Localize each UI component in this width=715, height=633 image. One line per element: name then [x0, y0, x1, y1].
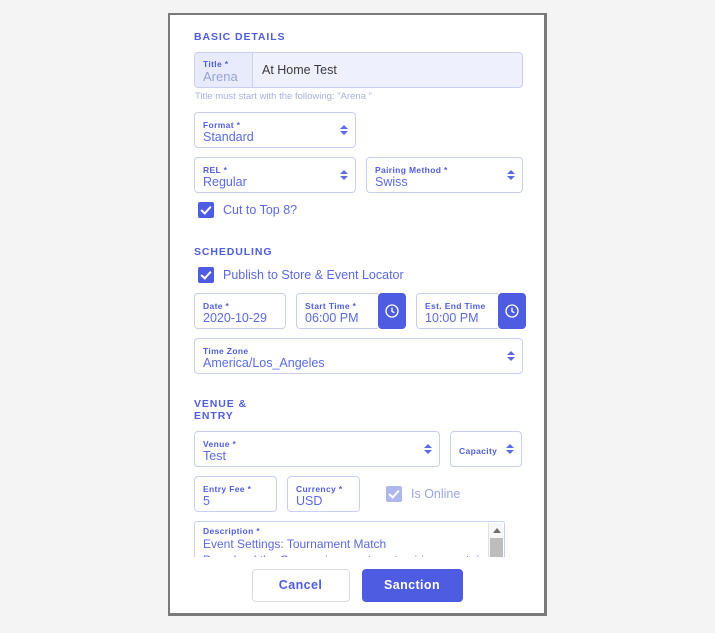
end-time-value: 10:00 PM: [425, 310, 479, 325]
scroll-up-arrow-icon[interactable]: [489, 523, 504, 537]
venue-heading-line2: ENTRY: [194, 410, 234, 422]
sanction-button[interactable]: Sanction: [361, 568, 463, 602]
format-value: Standard: [203, 129, 254, 144]
pairing-method-select[interactable]: Pairing Method * Swiss: [366, 157, 523, 193]
page-root: BASIC DETAILS Title * Arena At Home Test…: [0, 0, 715, 633]
chevron-updown-icon[interactable]: [424, 444, 432, 454]
start-time-value: 06:00 PM: [305, 310, 359, 325]
chevron-updown-icon[interactable]: [340, 170, 348, 180]
cut-to-top-label: Cut to Top 8?: [223, 202, 298, 217]
title-prefix: Title * Arena: [195, 53, 253, 87]
format-select[interactable]: Format * Standard: [194, 112, 356, 148]
start-time-group: Start Time * 06:00 PM: [296, 293, 406, 329]
is-online-checkbox[interactable]: [386, 486, 402, 502]
section-heading-scheduling: SCHEDULING: [194, 246, 273, 258]
entry-fee-input[interactable]: Entry Fee * 5: [194, 476, 277, 512]
chevron-updown-icon[interactable]: [507, 170, 515, 180]
end-time-input[interactable]: Est. End Time 10:00 PM: [416, 293, 498, 329]
time-zone-value: America/Los_Angeles: [203, 355, 325, 370]
start-time-input[interactable]: Start Time * 06:00 PM: [296, 293, 378, 329]
venue-label: Venue *: [203, 438, 237, 449]
date-label: Date *: [203, 300, 230, 311]
cancel-button[interactable]: Cancel: [251, 568, 350, 602]
publish-checkbox[interactable]: [198, 267, 214, 283]
start-time-clock-button[interactable]: [378, 293, 406, 329]
dialog-footer: Cancel Sanction: [170, 557, 544, 613]
date-input[interactable]: Date * 2020-10-29: [194, 293, 286, 329]
rel-value: Regular: [203, 174, 247, 189]
fee-currency-row: Entry Fee * 5 Currency * USD Is Online: [194, 476, 526, 512]
end-time-clock-button[interactable]: [498, 293, 526, 329]
currency-label: Currency *: [296, 483, 343, 494]
start-time-label: Start Time *: [305, 300, 357, 311]
description-label: Description *: [203, 526, 260, 536]
venue-value: Test: [203, 448, 226, 463]
time-zone-select[interactable]: Time Zone America/Los_Angeles: [194, 338, 523, 374]
clock-icon: [384, 303, 400, 319]
currency-input[interactable]: Currency * USD: [287, 476, 360, 512]
is-online-label: Is Online: [411, 486, 461, 501]
format-row: Format * Standard: [194, 112, 526, 148]
venue-capacity-row: Venue * Test Capacity: [194, 431, 526, 467]
publish-checkbox-row[interactable]: Publish to Store & Event Locator: [198, 267, 526, 283]
rel-label: REL *: [203, 164, 228, 175]
is-online-checkbox-row[interactable]: Is Online: [386, 486, 460, 502]
chevron-updown-icon[interactable]: [506, 444, 514, 454]
section-heading-basic-details: BASIC DETAILS: [194, 31, 286, 43]
rel-pairing-row: REL * Regular Pairing Method * Swiss: [194, 157, 526, 193]
sanction-event-dialog: BASIC DETAILS Title * Arena At Home Test…: [168, 13, 547, 616]
title-helper-text: Title must start with the following: "Ar…: [195, 91, 372, 102]
format-label: Format *: [203, 119, 241, 130]
chevron-updown-icon[interactable]: [340, 125, 348, 135]
title-field[interactable]: Title * Arena At Home Test: [194, 52, 523, 88]
capacity-input[interactable]: Capacity: [450, 431, 522, 467]
end-time-label: Est. End Time: [425, 300, 486, 311]
cut-to-top-checkbox-row[interactable]: Cut to Top 8?: [198, 202, 526, 218]
title-label: Title *: [203, 59, 229, 69]
date-time-row: Date * 2020-10-29 Start Time * 06:00 PM: [194, 293, 526, 329]
section-heading-venue-entry: VENUE & ENTRY: [194, 398, 264, 422]
title-input[interactable]: At Home Test: [253, 53, 522, 87]
clock-icon: [504, 303, 520, 319]
description-line: Event Settings: Tournament Match: [203, 537, 387, 551]
publish-label: Publish to Store & Event Locator: [223, 267, 404, 282]
entry-fee-label: Entry Fee *: [203, 483, 252, 494]
date-value: 2020-10-29: [203, 310, 267, 325]
pairing-method-label: Pairing Method *: [375, 164, 448, 175]
venue-heading-line1: VENUE &: [194, 398, 247, 410]
chevron-updown-icon[interactable]: [507, 351, 515, 361]
time-zone-row: Time Zone America/Los_Angeles: [194, 338, 526, 374]
time-zone-label: Time Zone: [203, 345, 249, 356]
end-time-group: Est. End Time 10:00 PM: [416, 293, 526, 329]
capacity-label: Capacity: [459, 446, 498, 456]
dialog-body: BASIC DETAILS Title * Arena At Home Test…: [170, 15, 544, 605]
pairing-method-value: Swiss: [375, 174, 408, 189]
currency-value: USD: [296, 493, 323, 508]
cut-to-top-checkbox[interactable]: [198, 202, 214, 218]
rel-select[interactable]: REL * Regular: [194, 157, 356, 193]
title-prefix-text: Arena: [203, 69, 238, 84]
entry-fee-value: 5: [203, 493, 210, 508]
venue-select[interactable]: Venue * Test: [194, 431, 440, 467]
